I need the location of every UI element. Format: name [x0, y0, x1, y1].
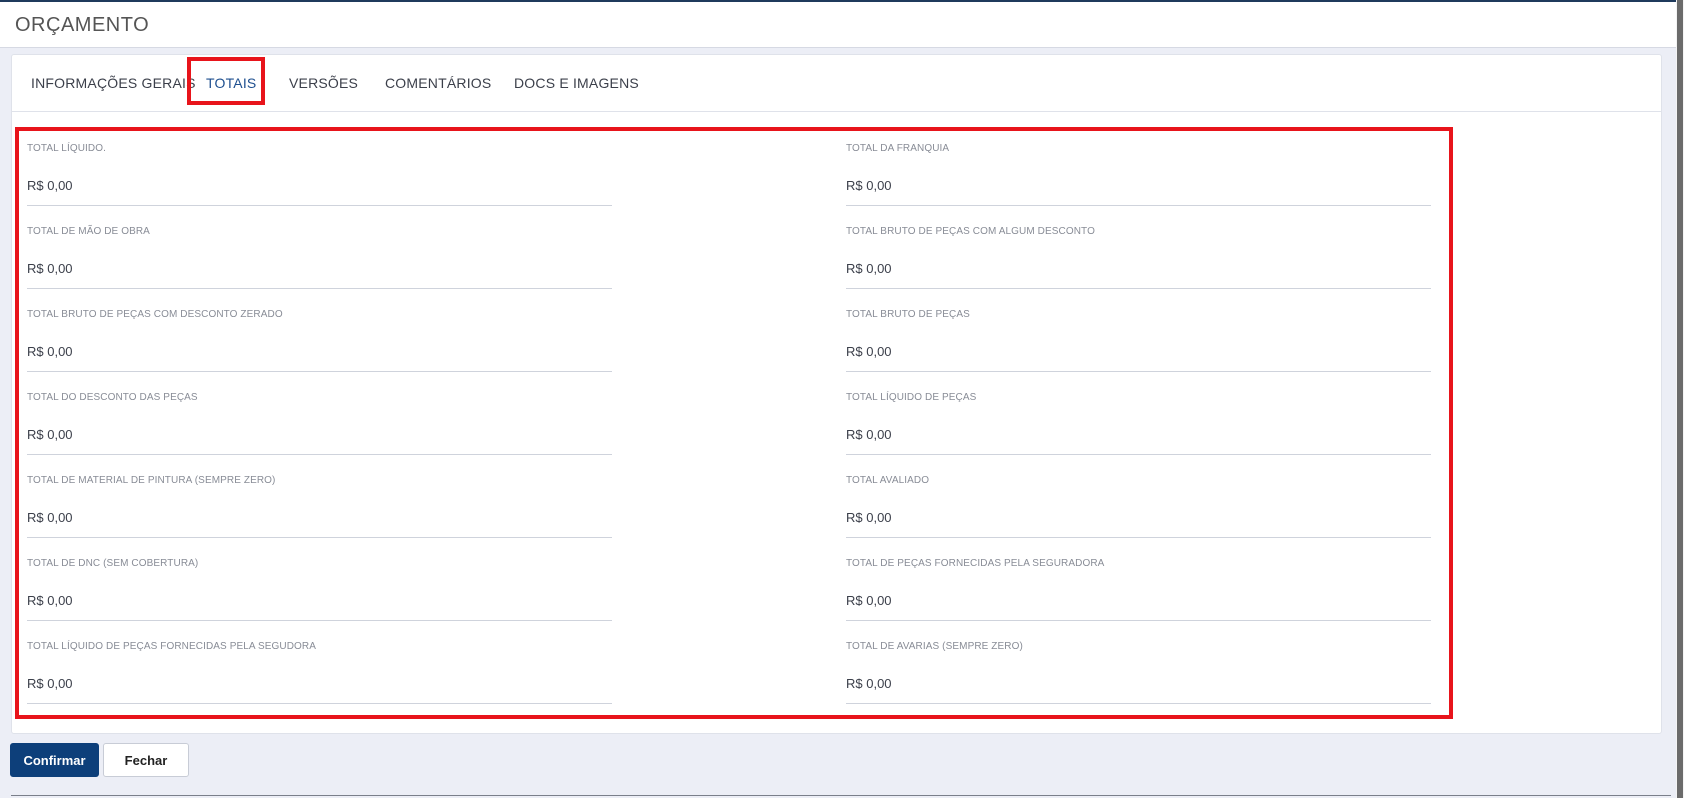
- tab-versoes[interactable]: VERSÕES: [289, 75, 358, 91]
- scrollbar-thumb[interactable]: [1677, 0, 1683, 798]
- confirm-button[interactable]: Confirmar: [10, 743, 99, 777]
- vertical-scrollbar[interactable]: [1676, 0, 1684, 798]
- footer-divider: [11, 795, 1671, 796]
- page-title: ORÇAMENTO: [15, 14, 150, 36]
- tab-bar: INFORMAÇÕES GERAIS TOTAIS VERSÕES COMENT…: [12, 55, 1661, 112]
- tab-docs-e-imagens[interactable]: DOCS E IMAGENS: [514, 75, 639, 91]
- totals-highlight-box: [15, 127, 1453, 719]
- tab-informacoes-gerais[interactable]: INFORMAÇÕES GERAIS: [31, 75, 196, 91]
- tab-highlight-box: [187, 57, 265, 105]
- close-button[interactable]: Fechar: [103, 743, 189, 777]
- page-header: ORÇAMENTO: [0, 2, 1676, 48]
- tab-comentarios[interactable]: COMENTÁRIOS: [385, 75, 491, 91]
- budget-card: INFORMAÇÕES GERAIS TOTAIS VERSÕES COMENT…: [11, 54, 1662, 734]
